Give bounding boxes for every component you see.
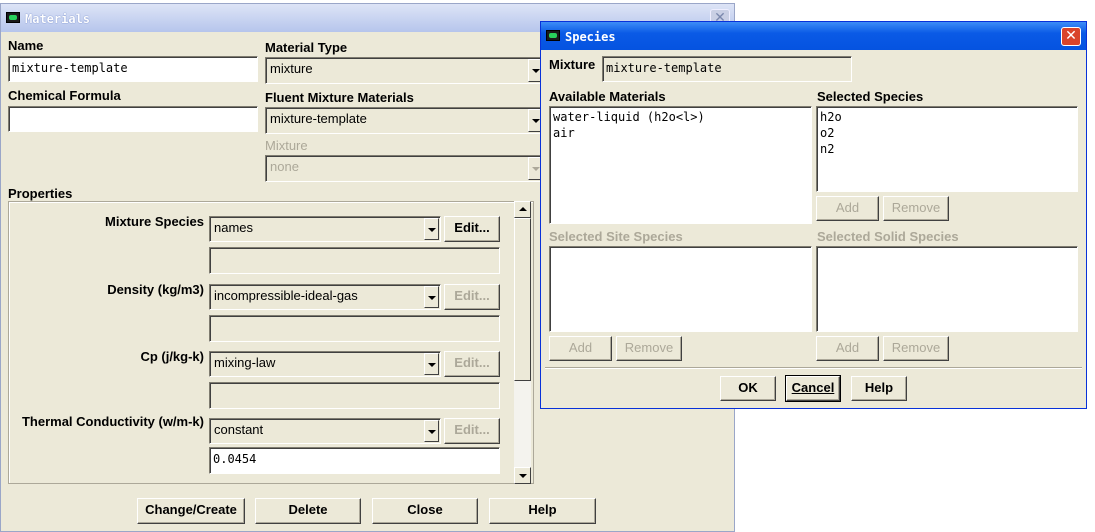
solid-species-label: Selected Solid Species — [817, 229, 959, 244]
dropdown-arrow-icon[interactable] — [424, 353, 439, 375]
thermal-conductivity-select[interactable]: constant — [209, 418, 441, 444]
cp-select[interactable]: mixing-law — [209, 351, 441, 377]
fluent-mixture-value: mixture-template — [270, 111, 367, 126]
available-materials-list[interactable]: water-liquid (h2o<l>) air — [549, 106, 812, 224]
list-item[interactable]: o2 — [820, 125, 1074, 141]
name-field[interactable]: mixture-template — [8, 56, 258, 82]
list-item[interactable]: h2o — [820, 109, 1074, 125]
mixture-species-value: names — [214, 220, 254, 235]
dropdown-arrow-icon[interactable] — [424, 218, 439, 240]
solid-add-button[interactable]: Add — [816, 336, 879, 361]
species-dialog: Species ✕ Mixture mixture-template Avail… — [540, 21, 1087, 409]
species-titlebar[interactable]: Species ✕ — [541, 22, 1086, 50]
density-value: incompressible-ideal-gas — [214, 288, 358, 303]
property-label: Mixture Species — [105, 214, 204, 229]
ok-button[interactable]: OK — [720, 376, 776, 401]
list-item[interactable]: n2 — [820, 141, 1074, 157]
solid-remove-button[interactable]: Remove — [883, 336, 949, 361]
species-add-button[interactable]: Add — [816, 196, 879, 221]
fluent-mixture-label: Fluent Mixture Materials — [265, 90, 414, 105]
delete-button[interactable]: Delete — [255, 498, 361, 524]
property-label: Cp (j/kg-k) — [140, 349, 204, 364]
chemical-formula-label: Chemical Formula — [8, 88, 121, 103]
fluent-app-icon — [546, 30, 560, 41]
material-type-value: mixture — [270, 61, 313, 76]
chemical-formula-field[interactable] — [8, 106, 258, 132]
material-type-select[interactable]: mixture — [265, 57, 545, 84]
materials-title: Materials — [25, 12, 91, 26]
mixture-label: Mixture — [265, 138, 308, 153]
property-label: Density (kg/m3) — [107, 282, 204, 297]
cp-edit-button[interactable]: Edit... — [444, 351, 500, 377]
site-remove-button[interactable]: Remove — [616, 336, 682, 361]
cp-value-field — [209, 382, 500, 409]
list-item[interactable]: water-liquid (h2o<l>) — [553, 109, 808, 125]
properties-label: Properties — [8, 186, 73, 201]
scroll-thumb[interactable] — [514, 218, 531, 381]
species-mixture-label: Mixture — [549, 57, 596, 72]
selected-species-list[interactable]: h2o o2 n2 — [816, 106, 1078, 192]
species-remove-button[interactable]: Remove — [883, 196, 949, 221]
scroll-up-icon[interactable] — [514, 201, 531, 218]
name-label: Name — [8, 38, 44, 53]
mixture-species-select[interactable]: names — [209, 216, 441, 242]
species-title: Species — [565, 30, 616, 44]
dropdown-arrow-icon[interactable] — [424, 286, 439, 308]
site-add-button[interactable]: Add — [549, 336, 612, 361]
mixture-species-edit-button[interactable]: Edit... — [444, 216, 500, 242]
site-species-list[interactable] — [549, 246, 812, 332]
close-icon[interactable]: ✕ — [1061, 27, 1081, 46]
solid-species-list[interactable] — [816, 246, 1078, 332]
list-item[interactable]: air — [553, 125, 808, 141]
density-value-field — [209, 315, 500, 342]
fluent-app-icon — [6, 12, 20, 23]
property-label: Thermal Conductivity (w/m-k) — [21, 414, 204, 429]
properties-scrollbar[interactable] — [514, 201, 531, 484]
density-select[interactable]: incompressible-ideal-gas — [209, 284, 441, 310]
species-help-button[interactable]: Help — [851, 376, 907, 401]
thermal-conductivity-method: constant — [214, 422, 264, 437]
density-edit-button[interactable]: Edit... — [444, 284, 500, 310]
cancel-label: Cancel — [791, 380, 835, 395]
divider — [545, 367, 1082, 369]
thermal-conductivity-value-field[interactable]: 0.0454 — [209, 447, 500, 474]
mixture-select: none — [265, 155, 545, 182]
fluent-mixture-select[interactable]: mixture-template — [265, 107, 545, 134]
close-button[interactable]: Close — [372, 498, 478, 524]
mixture-species-value-field — [209, 247, 500, 274]
scroll-down-icon[interactable] — [514, 467, 531, 484]
help-button[interactable]: Help — [489, 498, 596, 524]
thermal-conductivity-edit-button[interactable]: Edit... — [444, 418, 500, 444]
change-create-button[interactable]: Change/Create — [137, 498, 245, 524]
mixture-value: none — [270, 159, 299, 174]
material-type-label: Material Type — [265, 40, 348, 55]
dropdown-arrow-icon[interactable] — [424, 420, 439, 442]
species-mixture-field: mixture-template — [602, 56, 852, 82]
site-species-label: Selected Site Species — [549, 229, 683, 244]
selected-species-label: Selected Species — [817, 89, 924, 104]
cancel-button[interactable]: Cancel — [785, 375, 841, 402]
cp-value: mixing-law — [214, 355, 276, 370]
available-materials-label: Available Materials — [549, 89, 666, 104]
